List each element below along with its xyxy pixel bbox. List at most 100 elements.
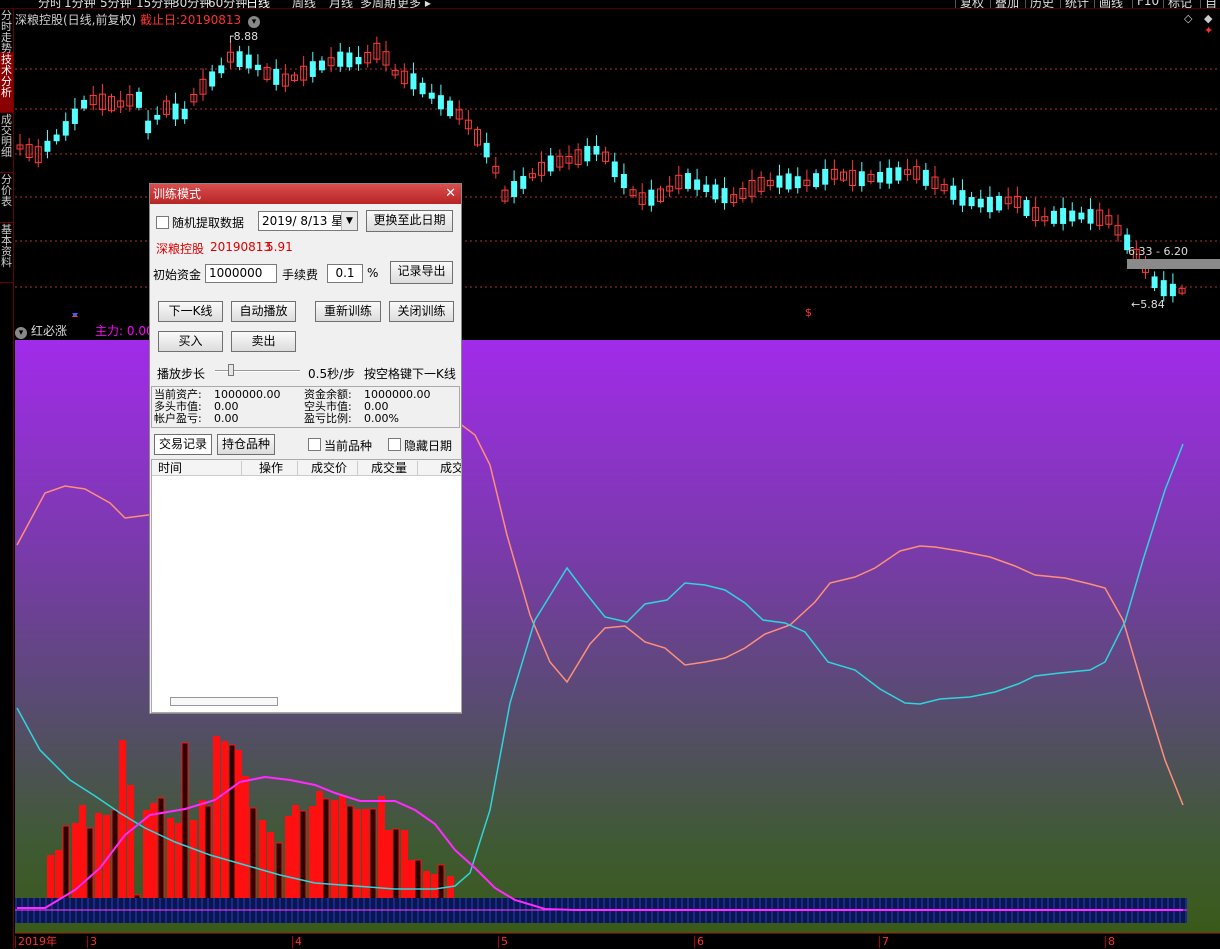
- buy-button[interactable]: 买入: [158, 331, 223, 352]
- toolbar-tool-button[interactable]: 叠加: [990, 0, 1019, 8]
- candle-body: [318, 60, 325, 71]
- candle-body: [684, 173, 691, 189]
- tab-holdings[interactable]: 持仓品种: [217, 434, 275, 455]
- col-price[interactable]: 成交价: [298, 461, 358, 475]
- fee-unit: %: [367, 266, 379, 280]
- toolbar-tool-button[interactable]: 历史: [1025, 0, 1054, 8]
- trade-records-table[interactable]: 时间 操作 成交价 成交量 成交: [151, 459, 462, 713]
- toolbar-tool-button[interactable]: 标记: [1163, 0, 1192, 8]
- candle-body: [62, 121, 69, 136]
- current-only-label: 当前品种: [324, 439, 373, 453]
- candle-body: [511, 181, 518, 197]
- volume-bar: [322, 798, 330, 911]
- period-tab[interactable]: 多周期: [360, 0, 396, 8]
- sidebar-tab[interactable]: 成交明细: [0, 113, 13, 173]
- volume-bar: [181, 742, 189, 911]
- candle-body: [1078, 212, 1085, 220]
- random-data-label: 随机提取数据: [172, 216, 245, 230]
- candle-body: [694, 179, 701, 190]
- date-value: 2019/ 8/13 星: [262, 214, 344, 228]
- pnl-ratio-value: 0.00%: [364, 412, 399, 425]
- candle-body: [1050, 210, 1057, 224]
- toolbar-tool-button[interactable]: 自: [1200, 0, 1217, 8]
- candle-body: [254, 64, 261, 71]
- volume-bar: [309, 806, 316, 910]
- current-only-checkbox[interactable]: [308, 438, 321, 451]
- volume-bar: [143, 810, 150, 910]
- toolbar-tool-button[interactable]: F10: [1132, 0, 1159, 8]
- date-axis-label: 8: [1105, 936, 1115, 948]
- pnl-label: 帐户盈亏:: [154, 412, 202, 425]
- fee-value: 0.1: [335, 266, 355, 280]
- price-range-label: 6.33 - 6.20: [1128, 245, 1188, 258]
- col-operation[interactable]: 操作: [242, 461, 298, 475]
- period-tab[interactable]: 15分钟: [136, 0, 175, 8]
- sidebar-tab[interactable]: 技术分析: [0, 53, 13, 113]
- candle-body: [648, 189, 655, 206]
- capital-value: 1000000: [209, 266, 263, 280]
- toolbar-tool-button[interactable]: 统计: [1060, 0, 1089, 8]
- auto-play-button[interactable]: 自动播放: [231, 301, 296, 322]
- candle-body: [483, 142, 490, 158]
- date-axis: 2019年 3 4 5 6 7 8: [15, 933, 1220, 949]
- period-tab[interactable]: 月线: [329, 0, 353, 8]
- candle-body: [1151, 276, 1158, 289]
- random-data-checkbox[interactable]: [156, 216, 169, 229]
- candle-body: [236, 51, 243, 67]
- stock-line-date: 20190813: [210, 240, 272, 254]
- sidebar-tab[interactable]: 基本资料: [0, 223, 13, 283]
- toolbar-tool-button[interactable]: 复权: [955, 0, 984, 8]
- candle-body: [428, 92, 435, 99]
- training-mode-dialog: 训练模式 ✕ 随机提取数据 2019/ 8/13 星 ▼ 更换至此日期 深粮控股…: [149, 183, 462, 714]
- export-records-button[interactable]: 记录导出: [390, 261, 453, 284]
- period-tab[interactable]: 5分钟: [100, 0, 132, 8]
- volume-bar: [221, 741, 228, 910]
- change-date-button[interactable]: 更换至此日期: [366, 210, 453, 232]
- step-slider-handle[interactable]: [228, 364, 234, 376]
- indicator-menu-icon[interactable]: ▾: [15, 327, 27, 339]
- sell-button[interactable]: 卖出: [231, 331, 296, 352]
- volume-bar: [204, 805, 212, 911]
- candle-body: [172, 103, 179, 120]
- col-volume[interactable]: 成交量: [358, 461, 418, 475]
- chevron-down-icon[interactable]: ▼: [341, 212, 357, 230]
- period-tab[interactable]: 周线: [292, 0, 316, 8]
- candle-body: [703, 184, 710, 193]
- indicator-name: 红必涨: [31, 324, 68, 338]
- candle-body: [593, 146, 600, 155]
- candle-body: [71, 108, 78, 124]
- sidebar-tab[interactable]: 分价表: [0, 173, 13, 223]
- stock-line-price: 5.91: [266, 240, 293, 254]
- candle-body: [1023, 200, 1030, 216]
- candle-body: [547, 155, 554, 172]
- horizontal-scrollbar[interactable]: [170, 697, 278, 706]
- volume-bar: [339, 796, 346, 910]
- high-price-label: ┌8.88: [227, 30, 258, 43]
- pnl-value: 0.00: [214, 412, 239, 425]
- period-tab[interactable]: 更多 ▸: [397, 0, 431, 8]
- step-hint: 按空格键下一K线: [364, 367, 456, 381]
- candle-body: [776, 175, 783, 188]
- table-header: 时间 操作 成交价 成交量 成交: [152, 460, 461, 476]
- hide-date-checkbox[interactable]: [388, 438, 401, 451]
- retrain-button[interactable]: 重新训练: [315, 301, 381, 322]
- tab-trade-records[interactable]: 交易记录: [154, 434, 212, 455]
- period-tab[interactable]: 日线: [246, 0, 270, 8]
- next-k-button[interactable]: 下一K线: [158, 301, 223, 322]
- close-icon[interactable]: ✕: [445, 184, 456, 204]
- candle-body: [135, 91, 142, 108]
- volume-bar: [299, 810, 307, 911]
- col-time[interactable]: 时间: [152, 461, 242, 475]
- capital-input[interactable]: 1000000: [205, 264, 277, 283]
- period-tab[interactable]: 30分钟: [172, 0, 211, 8]
- fee-input[interactable]: 0.1: [327, 264, 363, 283]
- volume-bar: [316, 791, 323, 910]
- candle-body: [273, 68, 280, 85]
- sidebar-tab[interactable]: 分时走势: [0, 9, 13, 54]
- col-amount[interactable]: 成交: [418, 461, 461, 475]
- period-tab[interactable]: 60分钟: [208, 0, 247, 8]
- period-tab[interactable]: 1分钟: [64, 0, 96, 8]
- period-tab[interactable]: 分时: [38, 0, 62, 8]
- toolbar-tool-button[interactable]: 画线: [1094, 0, 1123, 8]
- close-training-button[interactable]: 关闭训练: [389, 301, 454, 322]
